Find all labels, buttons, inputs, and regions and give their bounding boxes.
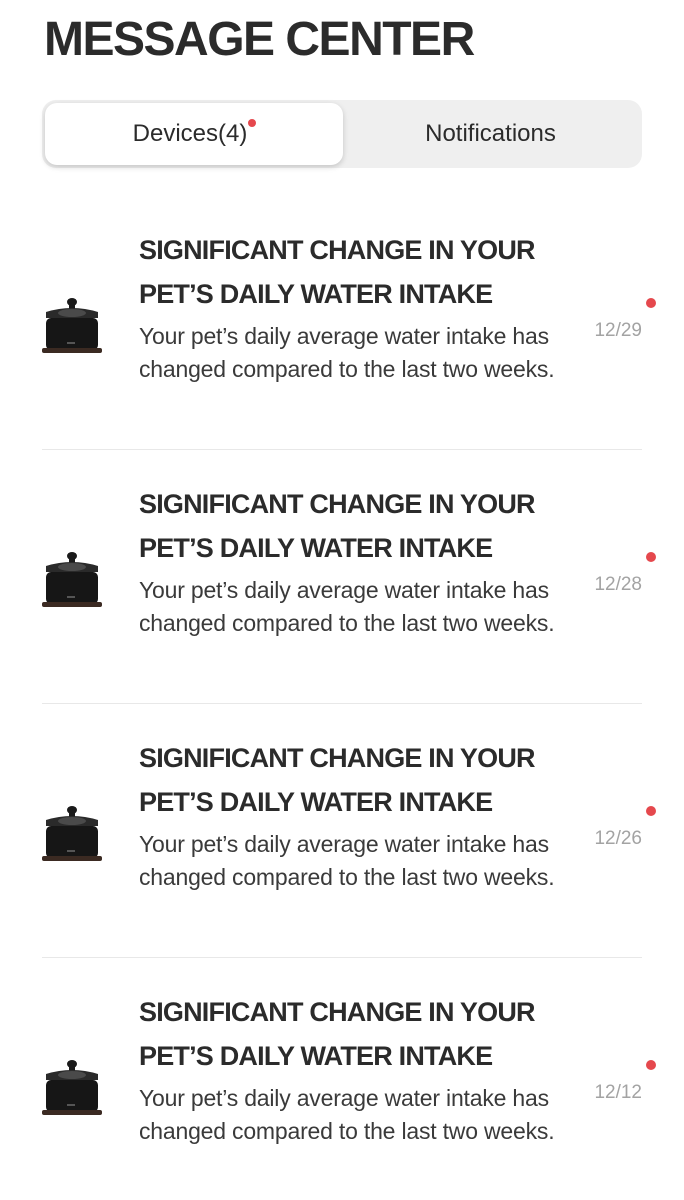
message-body: Your pet’s daily average water intake ha… [139, 323, 555, 382]
message-item[interactable]: SIGNIFICANT CHANGE IN YOUR PET’S DAILY W… [0, 958, 684, 1200]
tab-notifications[interactable]: Notifications [342, 103, 639, 165]
unread-badge-dot [248, 119, 257, 127]
message-item[interactable]: SIGNIFICANT CHANGE IN YOUR PET’S DAILY W… [0, 450, 684, 704]
tab-devices-label: Devices(4) [132, 120, 248, 147]
tab-devices[interactable]: Devices(4) [45, 103, 343, 165]
message-item[interactable]: SIGNIFICANT CHANGE IN YOUR PET’S DAILY W… [0, 196, 684, 450]
water-fountain-device-icon [42, 806, 102, 861]
message-body: Your pet’s daily average water intake ha… [139, 831, 555, 890]
message-title: SIGNIFICANT CHANGE IN YOUR PET’S DAILY W… [139, 235, 536, 309]
message-body: Your pet’s daily average water intake ha… [139, 1085, 555, 1144]
water-fountain-device-icon [42, 552, 102, 607]
page-title: MESSAGE CENTER [44, 13, 475, 66]
message-center-screen: MESSAGE CENTER Devices(4) Notifications … [0, 0, 684, 1200]
message-title: SIGNIFICANT CHANGE IN YOUR PET’S DAILY W… [139, 489, 536, 563]
message-body: Your pet’s daily average water intake ha… [139, 577, 555, 636]
unread-indicator-dot [646, 806, 656, 816]
water-fountain-device-icon [42, 1060, 102, 1115]
message-item[interactable]: SIGNIFICANT CHANGE IN YOUR PET’S DAILY W… [0, 704, 684, 958]
unread-indicator-dot [646, 1060, 656, 1070]
tab-notifications-label: Notifications [425, 120, 556, 147]
message-title: SIGNIFICANT CHANGE IN YOUR PET’S DAILY W… [139, 743, 536, 817]
message-list: SIGNIFICANT CHANGE IN YOUR PET’S DAILY W… [0, 196, 684, 1200]
unread-indicator-dot [646, 298, 656, 308]
message-date: 12/29 [594, 320, 642, 341]
water-fountain-device-icon [42, 298, 102, 353]
tab-bar: Devices(4) Notifications [42, 100, 642, 168]
message-date: 12/28 [594, 574, 642, 595]
unread-indicator-dot [646, 552, 656, 562]
message-date: 12/12 [594, 1082, 642, 1103]
message-title: SIGNIFICANT CHANGE IN YOUR PET’S DAILY W… [139, 997, 536, 1071]
message-date: 12/26 [594, 828, 642, 849]
